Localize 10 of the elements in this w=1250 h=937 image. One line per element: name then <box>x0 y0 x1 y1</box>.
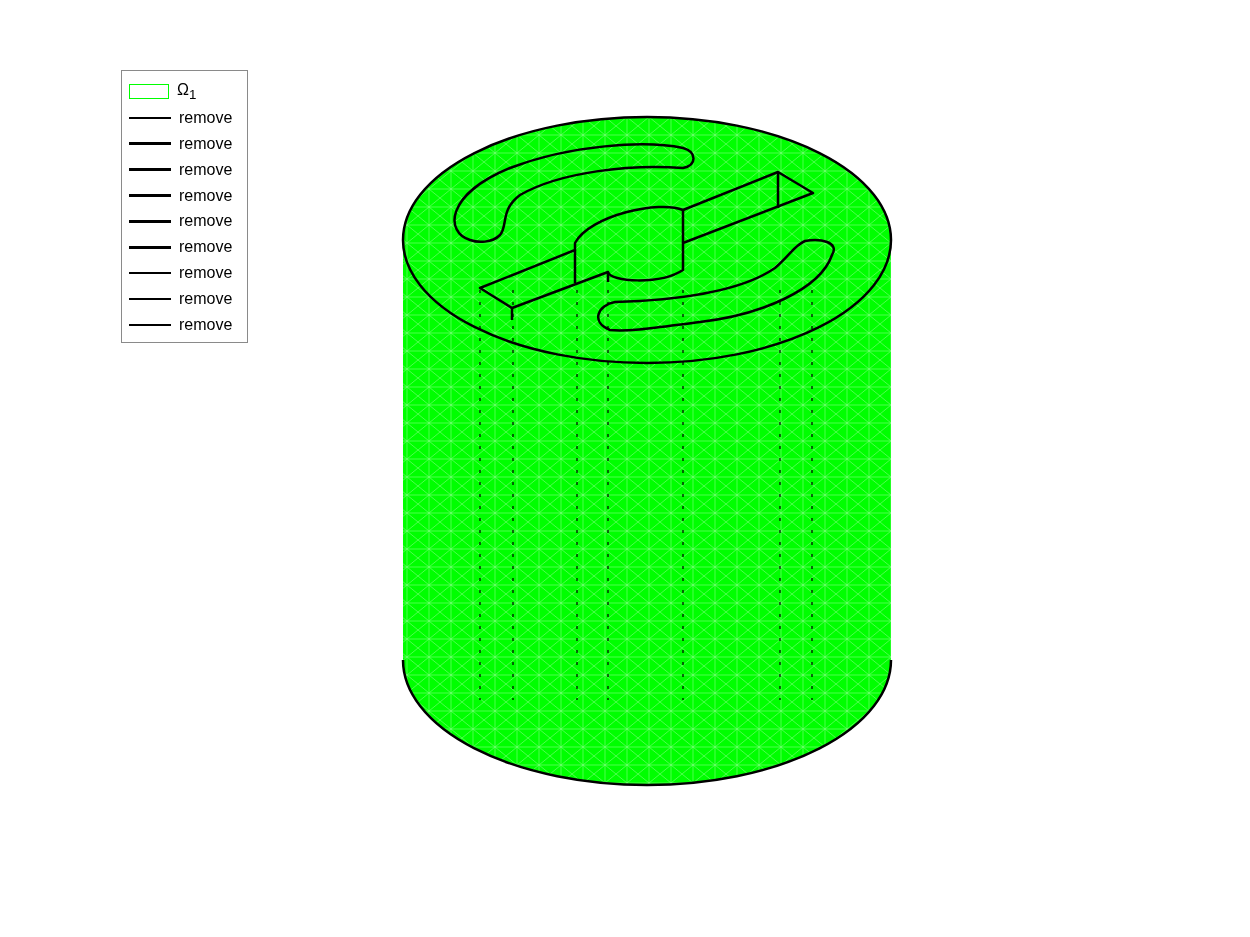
legend-label: remove <box>179 160 233 179</box>
legend-label: remove <box>179 264 233 283</box>
legend-label: remove <box>179 315 233 334</box>
legend-label: remove <box>179 290 233 309</box>
legend-label: remove <box>179 238 233 257</box>
legend-label: remove <box>179 134 233 153</box>
legend-label: remove <box>179 186 233 205</box>
legend-label: Ω$_{1}$ <box>177 81 197 103</box>
legend-label: remove <box>179 212 233 231</box>
legend-label: remove <box>179 108 233 127</box>
